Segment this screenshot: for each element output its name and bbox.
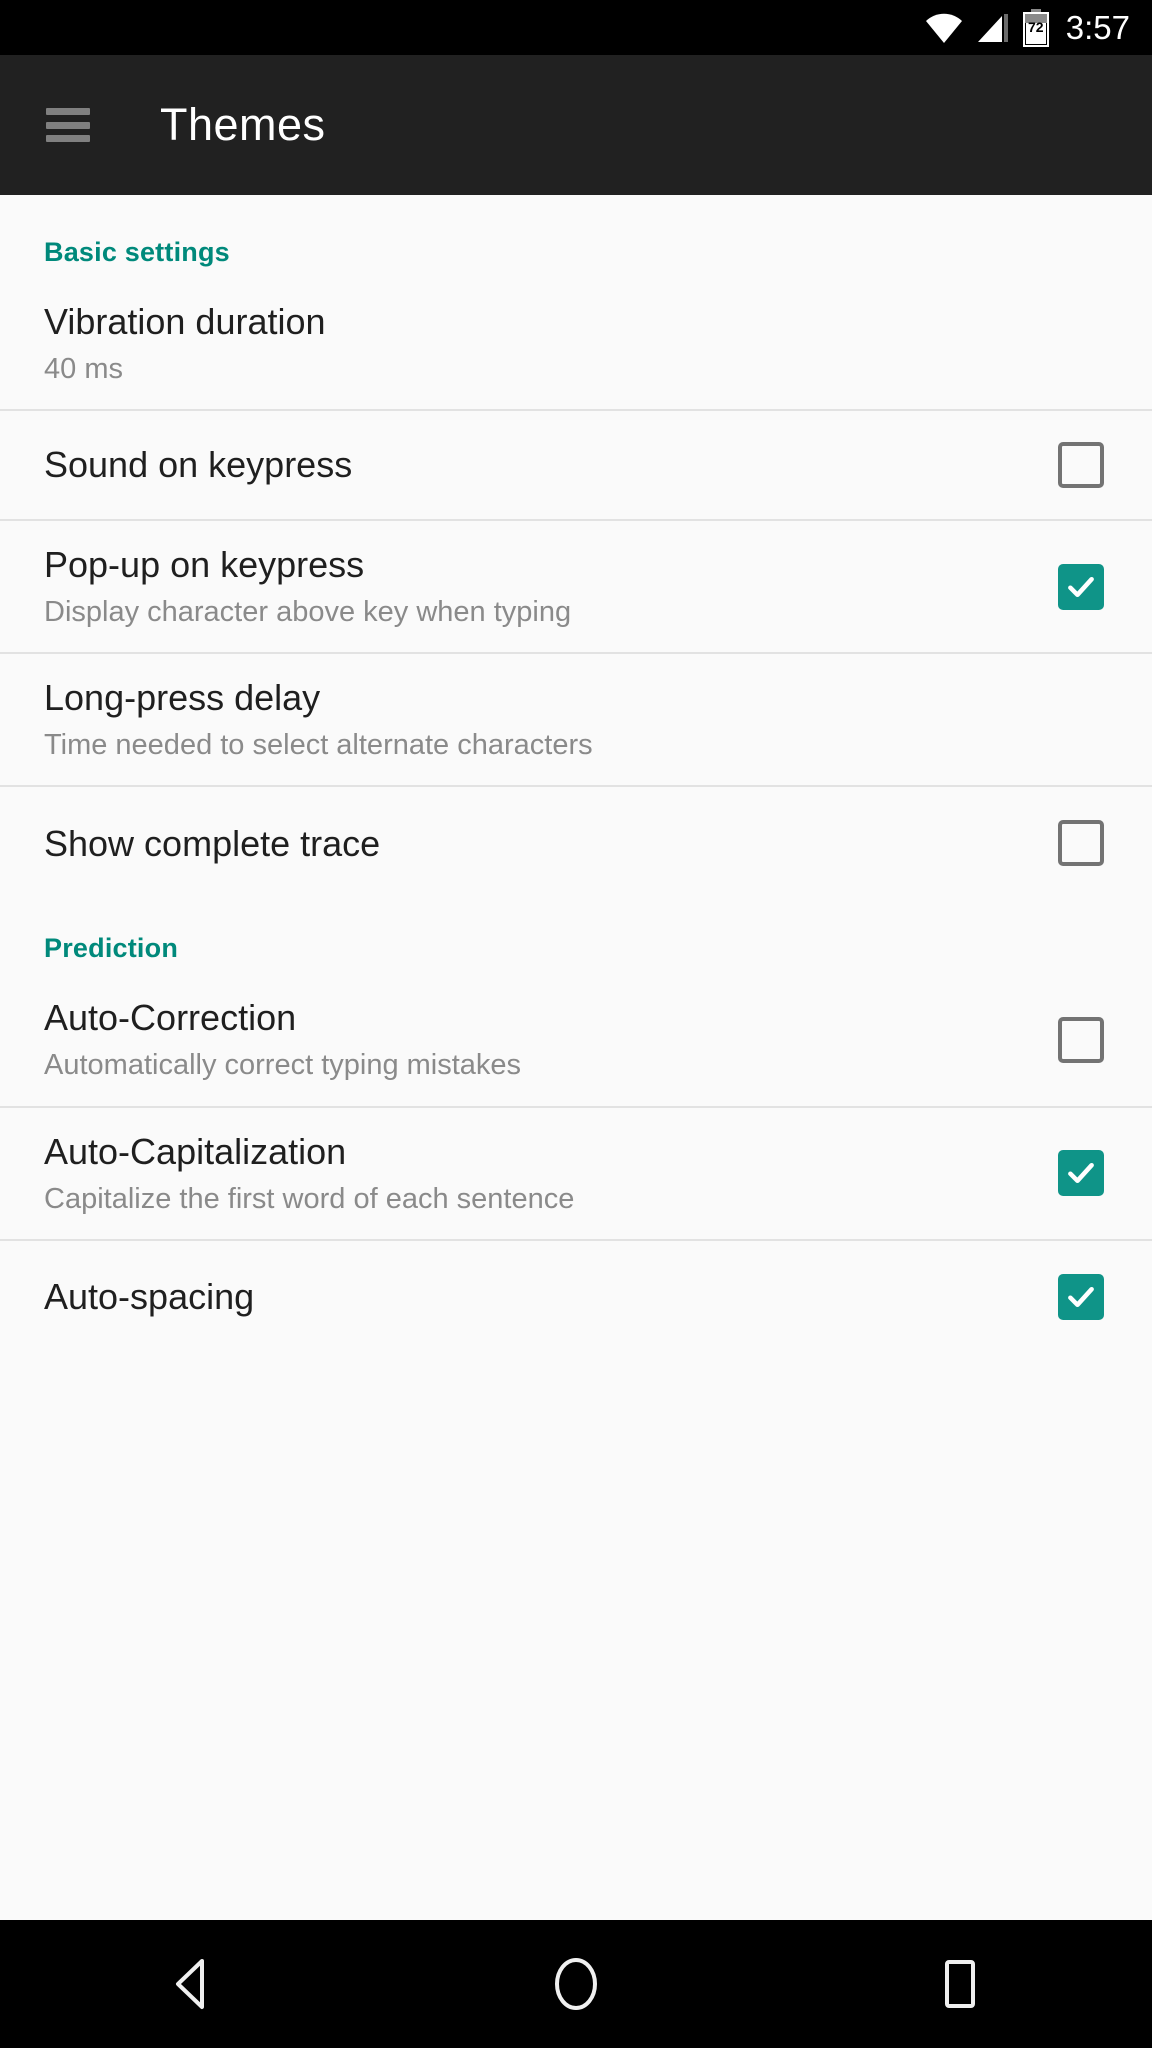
setting-subtitle: Capitalize the first word of each senten… [44,1182,575,1215]
check-icon [1068,1286,1094,1307]
hamburger-menu-icon[interactable] [46,108,90,142]
navigation-bar [0,1920,1152,2048]
setting-row-popup-on-keypress[interactable]: Pop-up on keypress Display character abo… [0,521,1152,655]
setting-row-show-complete-trace[interactable]: Show complete trace [0,787,1152,900]
setting-subtitle: Time needed to select alternate characte… [44,729,593,762]
setting-title: Pop-up on keypress [44,544,365,586]
row-texts: Long-press delay Time needed to select a… [44,654,593,785]
setting-title: Vibration duration [44,301,326,342]
wifi-icon [925,12,963,44]
section-header-prediction: Prediction [44,933,179,964]
row-texts: Auto-Capitalization Capitalize the first… [44,1108,574,1239]
check-icon [1068,576,1094,597]
setting-row-auto-spacing[interactable]: Auto-spacing [0,1240,1152,1353]
back-triangle-icon[interactable] [117,1920,267,2048]
home-circle-icon[interactable] [501,1920,651,2048]
battery-level-label: 72 [1027,18,1044,35]
section-header-basic-settings: Basic settings [44,237,230,267]
checkbox-auto-capitalization[interactable] [1058,1150,1104,1197]
setting-title: Show complete trace [44,822,381,864]
battery-icon: 72 [1022,8,1049,47]
phone-screen: 72 3:57 Themes Basic settings Vibration … [0,0,1152,2048]
setting-subtitle: Display character above key when typing [44,596,572,629]
setting-title: Auto-spacing [44,1275,255,1317]
checkbox-show-complete-trace[interactable] [1058,820,1104,867]
row-texts: Auto-spacing [44,1253,254,1341]
app-bar: Themes [0,55,1152,195]
row-texts: Pop-up on keypress Display character abo… [44,521,571,652]
status-time: 3:57 [1065,9,1130,46]
page-title: Themes [160,99,326,150]
setting-row-vibration-duration[interactable]: Vibration duration 40 ms [0,278,1152,410]
row-texts: Vibration duration 40 ms [44,278,326,409]
checkbox-auto-spacing[interactable] [1058,1273,1104,1320]
recents-square-icon[interactable] [885,1920,1035,2048]
checkbox-popup-on-keypress[interactable] [1058,563,1104,610]
cell-signal-icon [976,12,1010,44]
setting-title: Sound on keypress [44,444,353,486]
row-texts: Show complete trace [44,800,380,888]
check-icon [1068,1163,1094,1184]
settings-list[interactable]: Basic settings Vibration duration 40 ms … [0,195,1152,1920]
setting-title: Long-press delay [44,677,321,719]
setting-row-long-press-delay[interactable]: Long-press delay Time needed to select a… [0,654,1152,788]
checkbox-sound-on-keypress[interactable] [1058,442,1104,489]
setting-row-sound-on-keypress[interactable]: Sound on keypress [0,409,1152,522]
setting-row-auto-correction[interactable]: Auto-Correction Automatically correct ty… [0,974,1152,1108]
status-bar: 72 3:57 [0,0,1152,55]
setting-title: Auto-Capitalization [44,1130,347,1172]
setting-subtitle: 40 ms [44,352,123,385]
setting-subtitle: Automatically correct typing mistakes [44,1049,522,1082]
row-texts: Sound on keypress [44,421,352,509]
setting-title: Auto-Correction [44,997,297,1039]
checkbox-auto-correction[interactable] [1058,1017,1104,1064]
row-texts: Auto-Correction Automatically correct ty… [44,974,521,1105]
setting-row-auto-capitalization[interactable]: Auto-Capitalization Capitalize the first… [0,1107,1152,1241]
